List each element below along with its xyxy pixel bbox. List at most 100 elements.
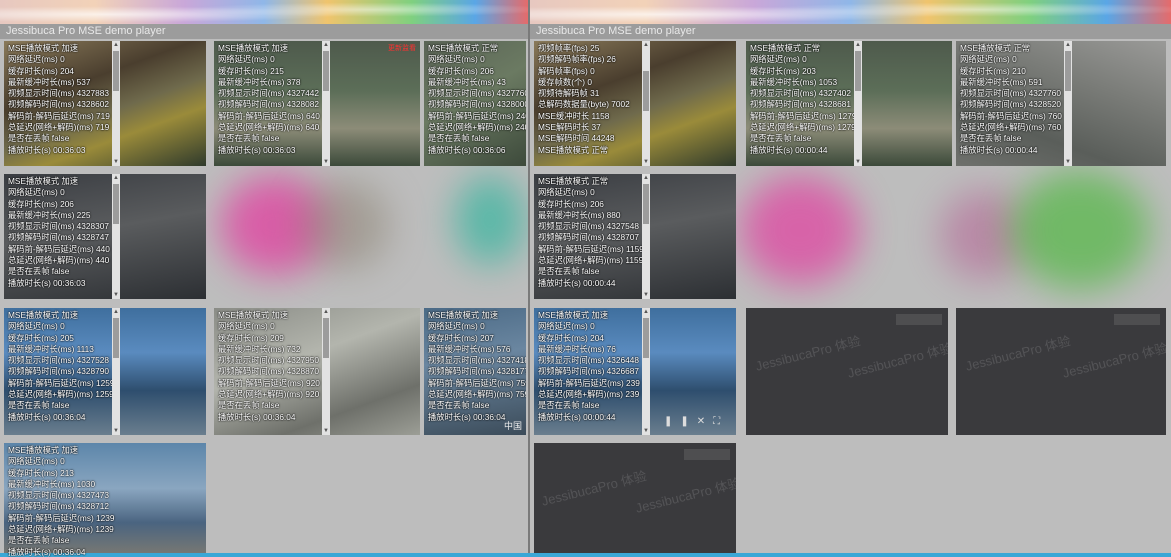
video-panel[interactable]: 更新监看 MSE播放模式 加速 网络延迟(ms) 0 缓存时长(ms) 215 … — [214, 41, 420, 166]
scroll-thumb[interactable] — [643, 71, 649, 111]
player-controls[interactable]: ❚❚✕⛶ — [664, 416, 728, 427]
stat-line: 播放时长(s) 00:36:03 — [218, 144, 296, 155]
video-panel[interactable]: MSE播放模式 加速 网络延迟(ms) 0 缓存时长(ms) 204 最新缓冲时… — [4, 41, 206, 166]
scroll-thumb[interactable] — [1065, 51, 1071, 91]
scroll-thumb[interactable] — [323, 318, 329, 358]
stat-line: 总延迟(网络+解码)(ms) 440 — [8, 255, 110, 266]
stat-line: 解码前-解码后延迟(ms) 760 — [960, 110, 1062, 121]
smoke-decoration — [740, 175, 860, 285]
stats-scrollbar[interactable]: ▲ ▼ — [112, 174, 120, 299]
stats-scrollbar[interactable]: ▲ ▼ — [1064, 41, 1072, 166]
scroll-down-icon[interactable]: ▼ — [322, 427, 330, 435]
scroll-thumb[interactable] — [855, 51, 861, 91]
video-panel[interactable]: MSE播放模式 加速 网络延迟(ms) 0 缓存时长(ms) 213 最新缓冲时… — [4, 443, 206, 557]
stat-line: 播放时长(s) 00:00:44 — [960, 144, 1038, 155]
empty-video-slot[interactable]: JessibucaPro 体验 JessibucaPro 体验 — [956, 308, 1166, 435]
stat-line: 视频解码时间(ms) 4328520 — [960, 99, 1061, 110]
stat-line: MSE解码时间 44248 — [538, 133, 615, 144]
stat-line: MSE播放模式 正常 — [538, 176, 609, 186]
scroll-up-icon[interactable]: ▲ — [112, 41, 120, 49]
watermark-badge — [1114, 314, 1160, 325]
stats-scrollbar[interactable]: ▲ ▼ — [112, 308, 120, 435]
scroll-up-icon[interactable]: ▲ — [322, 41, 330, 49]
scroll-up-icon[interactable]: ▲ — [112, 308, 120, 316]
stat-line: 最新缓冲时长(ms) 576 — [428, 343, 511, 354]
scroll-down-icon[interactable]: ▼ — [322, 158, 330, 166]
stat-line: 最新缓冲时长(ms) 76 — [538, 343, 616, 354]
fullscreen-icon[interactable]: ⛶ — [713, 416, 728, 427]
stat-line: MSE播放模式 加速 — [8, 43, 79, 53]
stat-line: 是否在丢帧 false — [428, 133, 490, 144]
stat-line: 播放时长(s) 00:00:44 — [750, 144, 828, 155]
stat-line: 解码前-解码后延迟(ms) 1259 — [8, 377, 115, 388]
stats-scrollbar[interactable]: ▲ ▼ — [322, 41, 330, 166]
video-panel[interactable]: MSE播放模式 正常 网络延迟(ms) 0 缓存时长(ms) 210 最新缓冲时… — [956, 41, 1166, 166]
stat-line: 视频显示时间(ms) 4328307 — [8, 221, 109, 232]
stat-line: 视频解码时间(ms) 4328747 — [8, 232, 109, 243]
stat-line: 最新缓冲时长(ms) 591 — [960, 76, 1043, 87]
scroll-down-icon[interactable]: ▼ — [112, 158, 120, 166]
scroll-down-icon[interactable]: ▼ — [112, 291, 120, 299]
video-panel[interactable]: MSE播放模式 加速 网络延迟(ms) 0 缓存时长(ms) 204 最新缓冲时… — [534, 308, 736, 435]
stat-line: 视频帧率(fps) 25 — [538, 43, 600, 53]
stats-scrollbar[interactable]: ▲ ▼ — [642, 41, 650, 166]
scroll-up-icon[interactable]: ▲ — [112, 174, 120, 182]
empty-video-slot[interactable]: JessibucaPro 体验 JessibucaPro 体验 — [534, 443, 736, 557]
stat-line: 最新缓冲时长(ms) 537 — [8, 76, 91, 87]
stat-line: 最新缓冲时长(ms) 43 — [428, 76, 506, 87]
stat-line: 视频解码时间(ms) 4328681 — [750, 99, 851, 110]
scroll-thumb[interactable] — [113, 51, 119, 91]
video-panel[interactable]: MSE播放模式 正常 网络延迟(ms) 0 缓存时长(ms) 203 最新缓冲时… — [746, 41, 952, 166]
scroll-thumb[interactable] — [643, 184, 649, 224]
stats-scrollbar[interactable]: ▲ ▼ — [322, 308, 330, 435]
scroll-thumb[interactable] — [113, 184, 119, 224]
smoke-decoration — [455, 175, 525, 265]
stat-line: 是否在丢帧 false — [8, 133, 70, 144]
scroll-up-icon[interactable]: ▲ — [1064, 41, 1072, 49]
stat-line: 缓存时长(ms) 215 — [218, 65, 284, 76]
watermark-text: JessibucaPro 体验 — [964, 333, 1073, 374]
scroll-down-icon[interactable]: ▼ — [854, 158, 862, 166]
stats-scrollbar[interactable]: ▲ ▼ — [642, 174, 650, 299]
stat-line: 最新缓冲时长(ms) 880 — [538, 209, 621, 220]
stats-overlay: MSE播放模式 正常 网络延迟(ms) 0 缓存时长(ms) 206 最新缓冲时… — [538, 176, 644, 289]
stat-line: 播放时长(s) 00:00:44 — [538, 411, 616, 422]
scroll-up-icon[interactable]: ▲ — [642, 174, 650, 182]
stats-overlay: MSE播放模式 加速 网络延迟(ms) 0 缓存时长(ms) 215 最新缓冲时… — [218, 43, 322, 156]
pause-icon[interactable]: ❚❚ — [664, 416, 697, 427]
video-panel[interactable]: 视频帧率(fps) 25 视频解码帧率(fps) 26 解码帧率(fps) 0 … — [534, 41, 736, 166]
video-panel[interactable]: MSE播放模式 加速 网络延迟(ms) 0 缓存时长(ms) 205 最新缓冲时… — [4, 308, 206, 435]
scroll-thumb[interactable] — [113, 318, 119, 358]
stat-line: MSE缓冲时长 1158 — [538, 110, 610, 121]
scroll-thumb[interactable] — [323, 51, 329, 91]
empty-video-slot[interactable]: JessibucaPro 体验 JessibucaPro 体验 — [746, 308, 948, 435]
scroll-up-icon[interactable]: ▲ — [322, 308, 330, 316]
scroll-down-icon[interactable]: ▼ — [642, 427, 650, 435]
stat-line: MSE播放模式 加速 — [8, 445, 79, 455]
scroll-up-icon[interactable]: ▲ — [854, 41, 862, 49]
stat-line: 缓存时长(ms) 207 — [428, 332, 494, 343]
scroll-up-icon[interactable]: ▲ — [642, 308, 650, 316]
stat-line: 视频解码时间(ms) 4326687 — [538, 366, 639, 377]
video-panel[interactable]: MSE播放模式 加速 网络延迟(ms) 0 缓存时长(ms) 209 最新缓冲时… — [214, 308, 420, 435]
scroll-up-icon[interactable]: ▲ — [642, 41, 650, 49]
stat-line: 视频解码时间(ms) 4328712 — [8, 501, 109, 512]
stats-scrollbar[interactable]: ▲ ▼ — [642, 308, 650, 435]
stat-line: 解码前-解码后延迟(ms) 640 — [218, 110, 320, 121]
scroll-down-icon[interactable]: ▼ — [642, 158, 650, 166]
scroll-down-icon[interactable]: ▼ — [1064, 158, 1072, 166]
scroll-down-icon[interactable]: ▼ — [112, 427, 120, 435]
video-panel[interactable]: MSE播放模式 加速 网络延迟(ms) 0 缓存时长(ms) 206 最新缓冲时… — [4, 174, 206, 299]
scroll-thumb[interactable] — [643, 318, 649, 358]
video-panel[interactable]: MSE播放模式 正常 网络延迟(ms) 0 缓存时长(ms) 206 最新缓冲时… — [424, 41, 526, 166]
video-panel[interactable]: MSE播放模式 正常 网络延迟(ms) 0 缓存时长(ms) 206 最新缓冲时… — [534, 174, 736, 299]
stats-scrollbar[interactable]: ▲ ▼ — [854, 41, 862, 166]
stats-scrollbar[interactable]: ▲ ▼ — [112, 41, 120, 166]
stat-line: 解码前-解码后延迟(ms) 239 — [538, 377, 640, 388]
stat-line: 视频解码时间(ms) 4328870 — [218, 366, 319, 377]
video-panel[interactable]: MSE播放模式 加速 网络延迟(ms) 0 缓存时长(ms) 207 最新缓冲时… — [424, 308, 526, 435]
stat-line: 是否在丢帧 false — [538, 400, 600, 411]
left-player-window: Jessibuca Pro MSE demo player MSE播放模式 加速… — [0, 0, 528, 557]
close-icon[interactable]: ✕ — [697, 416, 713, 427]
scroll-down-icon[interactable]: ▼ — [642, 291, 650, 299]
